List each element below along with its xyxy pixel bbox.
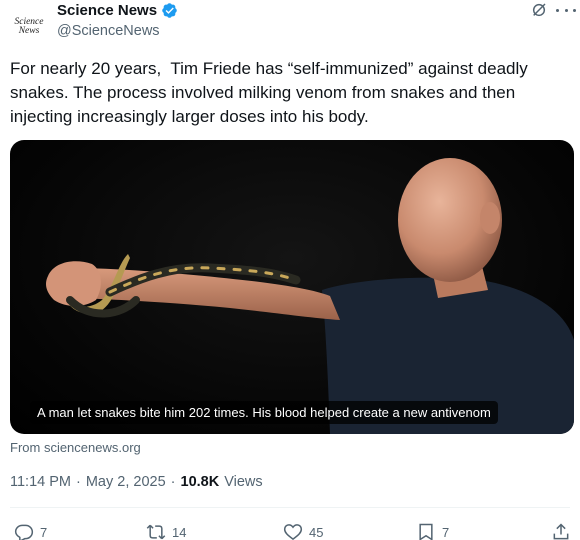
views-label: Views: [224, 474, 263, 490]
author-name-row: Science News: [57, 2, 178, 19]
link-card-title[interactable]: A man let snakes bite him 202 times. His…: [30, 401, 498, 424]
tweet-time[interactable]: 11:14 PM: [10, 474, 71, 490]
meta-separator: ·: [170, 474, 176, 490]
more-icon[interactable]: [556, 3, 576, 17]
share-icon: [553, 523, 569, 540]
display-name[interactable]: Science News: [57, 2, 157, 19]
bookmark-icon: [419, 523, 433, 540]
repost-count: 14: [172, 524, 187, 540]
reply-count: 7: [40, 524, 48, 540]
more-dot: [556, 8, 559, 12]
reply-icon: [14, 524, 34, 540]
share-button[interactable]: [551, 522, 571, 540]
tweet-meta: 11:14 PM · May 2, 2025 · 10.8K Views: [10, 474, 263, 490]
account-handle[interactable]: @ScienceNews: [57, 23, 160, 39]
reply-button[interactable]: 7: [14, 522, 47, 540]
link-source[interactable]: From sciencenews.org: [10, 440, 141, 455]
action-bar: 7 14 45 7: [0, 522, 580, 540]
grok-icon[interactable]: [531, 2, 547, 18]
repost-icon: [146, 524, 166, 540]
divider: [10, 507, 570, 508]
repost-button[interactable]: 14: [146, 522, 186, 540]
tweet-text: For nearly 20 years, Tim Friede has “sel…: [10, 59, 533, 126]
avatar[interactable]: Science News: [10, 8, 48, 46]
more-dot: [573, 8, 576, 12]
bookmark-count: 7: [442, 524, 450, 540]
article-photo: [46, 158, 574, 434]
link-card-media[interactable]: A man let snakes bite him 202 times. His…: [10, 140, 574, 434]
like-icon: [283, 524, 303, 540]
bookmark-button[interactable]: 7: [416, 522, 449, 540]
like-count: 45: [309, 524, 324, 540]
meta-separator: ·: [76, 474, 81, 490]
views-count: 10.8K: [180, 474, 220, 490]
tweet-date[interactable]: May 2, 2025: [86, 474, 166, 490]
avatar-text-line2: News: [18, 26, 40, 36]
more-dot: [564, 8, 568, 12]
verified-badge-icon: [162, 3, 177, 18]
like-button[interactable]: 45: [283, 522, 323, 540]
